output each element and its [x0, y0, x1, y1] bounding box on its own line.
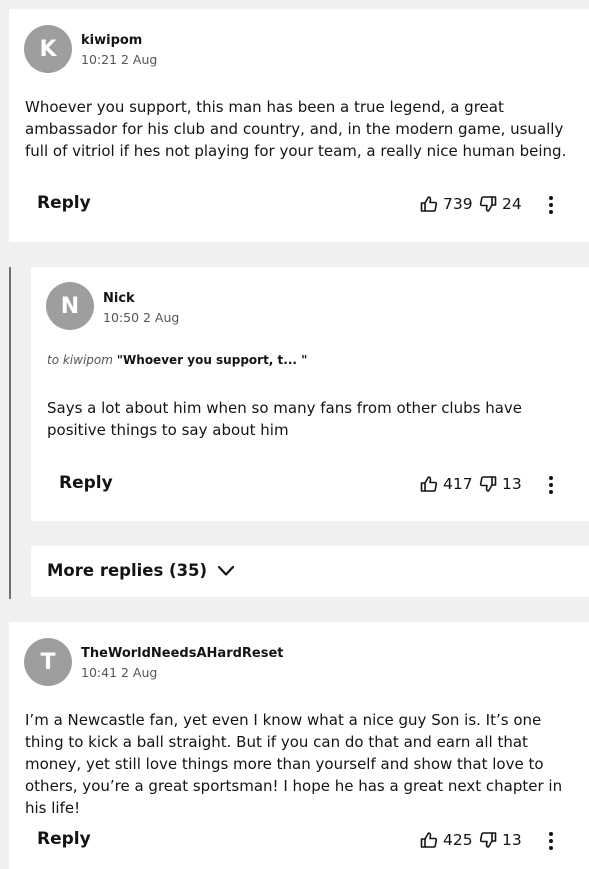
comment-text: Whoever you support, this man has been a… [25, 98, 567, 160]
downvote-count: 13 [502, 831, 522, 849]
comment-username[interactable]: kiwipom [81, 33, 142, 48]
downvote-count: 13 [502, 475, 522, 493]
more-options-icon[interactable] [544, 830, 558, 852]
avatar: T [24, 638, 72, 686]
thumbs-down-icon [479, 195, 497, 213]
more-options-icon[interactable] [544, 474, 558, 496]
comment-timestamp: 10:41 2 Aug [81, 665, 158, 680]
comment-username[interactable]: Nick [103, 291, 135, 306]
reply-button[interactable]: Reply [59, 473, 113, 493]
avatar: N [46, 282, 94, 330]
upvote-count: 417 [443, 475, 473, 493]
thumbs-down-icon [479, 475, 497, 493]
thumbs-down-icon [479, 831, 497, 849]
comment-timestamp: 10:50 2 Aug [103, 310, 180, 325]
comment-text: I’m a Newcastle fan, yet even I know wha… [25, 711, 563, 817]
comment-card: T TheWorldNeedsAHardReset 10:41 2 Aug I’… [9, 622, 589, 869]
upvote-count: 425 [443, 831, 473, 849]
comment-timestamp: 10:21 2 Aug [81, 52, 158, 67]
reply-to-quote: "Whoever you support, t... " [116, 353, 308, 367]
reply-thread-line [9, 267, 11, 599]
thumbs-up-icon [420, 831, 438, 849]
upvote-button[interactable]: 417 [420, 475, 473, 493]
reply-card: N Nick 10:50 2 Aug to kiwipom "Whoever y… [31, 267, 589, 521]
comment-username[interactable]: TheWorldNeedsAHardReset [81, 646, 284, 661]
avatar: K [24, 25, 72, 73]
upvote-count: 739 [443, 195, 473, 213]
more-replies-button[interactable]: More replies (35) [47, 561, 235, 580]
more-options-icon[interactable] [544, 194, 558, 216]
more-replies-card: More replies (35) [31, 546, 589, 597]
reply-to-reference[interactable]: to kiwipom "Whoever you support, t... " [47, 353, 307, 367]
upvote-button[interactable]: 739 [420, 195, 473, 213]
upvote-button[interactable]: 425 [420, 831, 473, 849]
comment-text: Says a lot about him when so many fans f… [47, 399, 523, 439]
reply-to-user: to kiwipom [47, 353, 113, 367]
reply-button[interactable]: Reply [37, 829, 91, 849]
downvote-count: 24 [502, 195, 522, 213]
chevron-down-icon [217, 565, 235, 577]
reply-button[interactable]: Reply [37, 193, 91, 213]
comment-card: K kiwipom 10:21 2 Aug Whoever you suppor… [9, 9, 589, 242]
thumbs-up-icon [420, 195, 438, 213]
thumbs-up-icon [420, 475, 438, 493]
downvote-button[interactable]: 24 [479, 195, 522, 213]
downvote-button[interactable]: 13 [479, 475, 522, 493]
downvote-button[interactable]: 13 [479, 831, 522, 849]
more-replies-label: More replies (35) [47, 561, 208, 580]
